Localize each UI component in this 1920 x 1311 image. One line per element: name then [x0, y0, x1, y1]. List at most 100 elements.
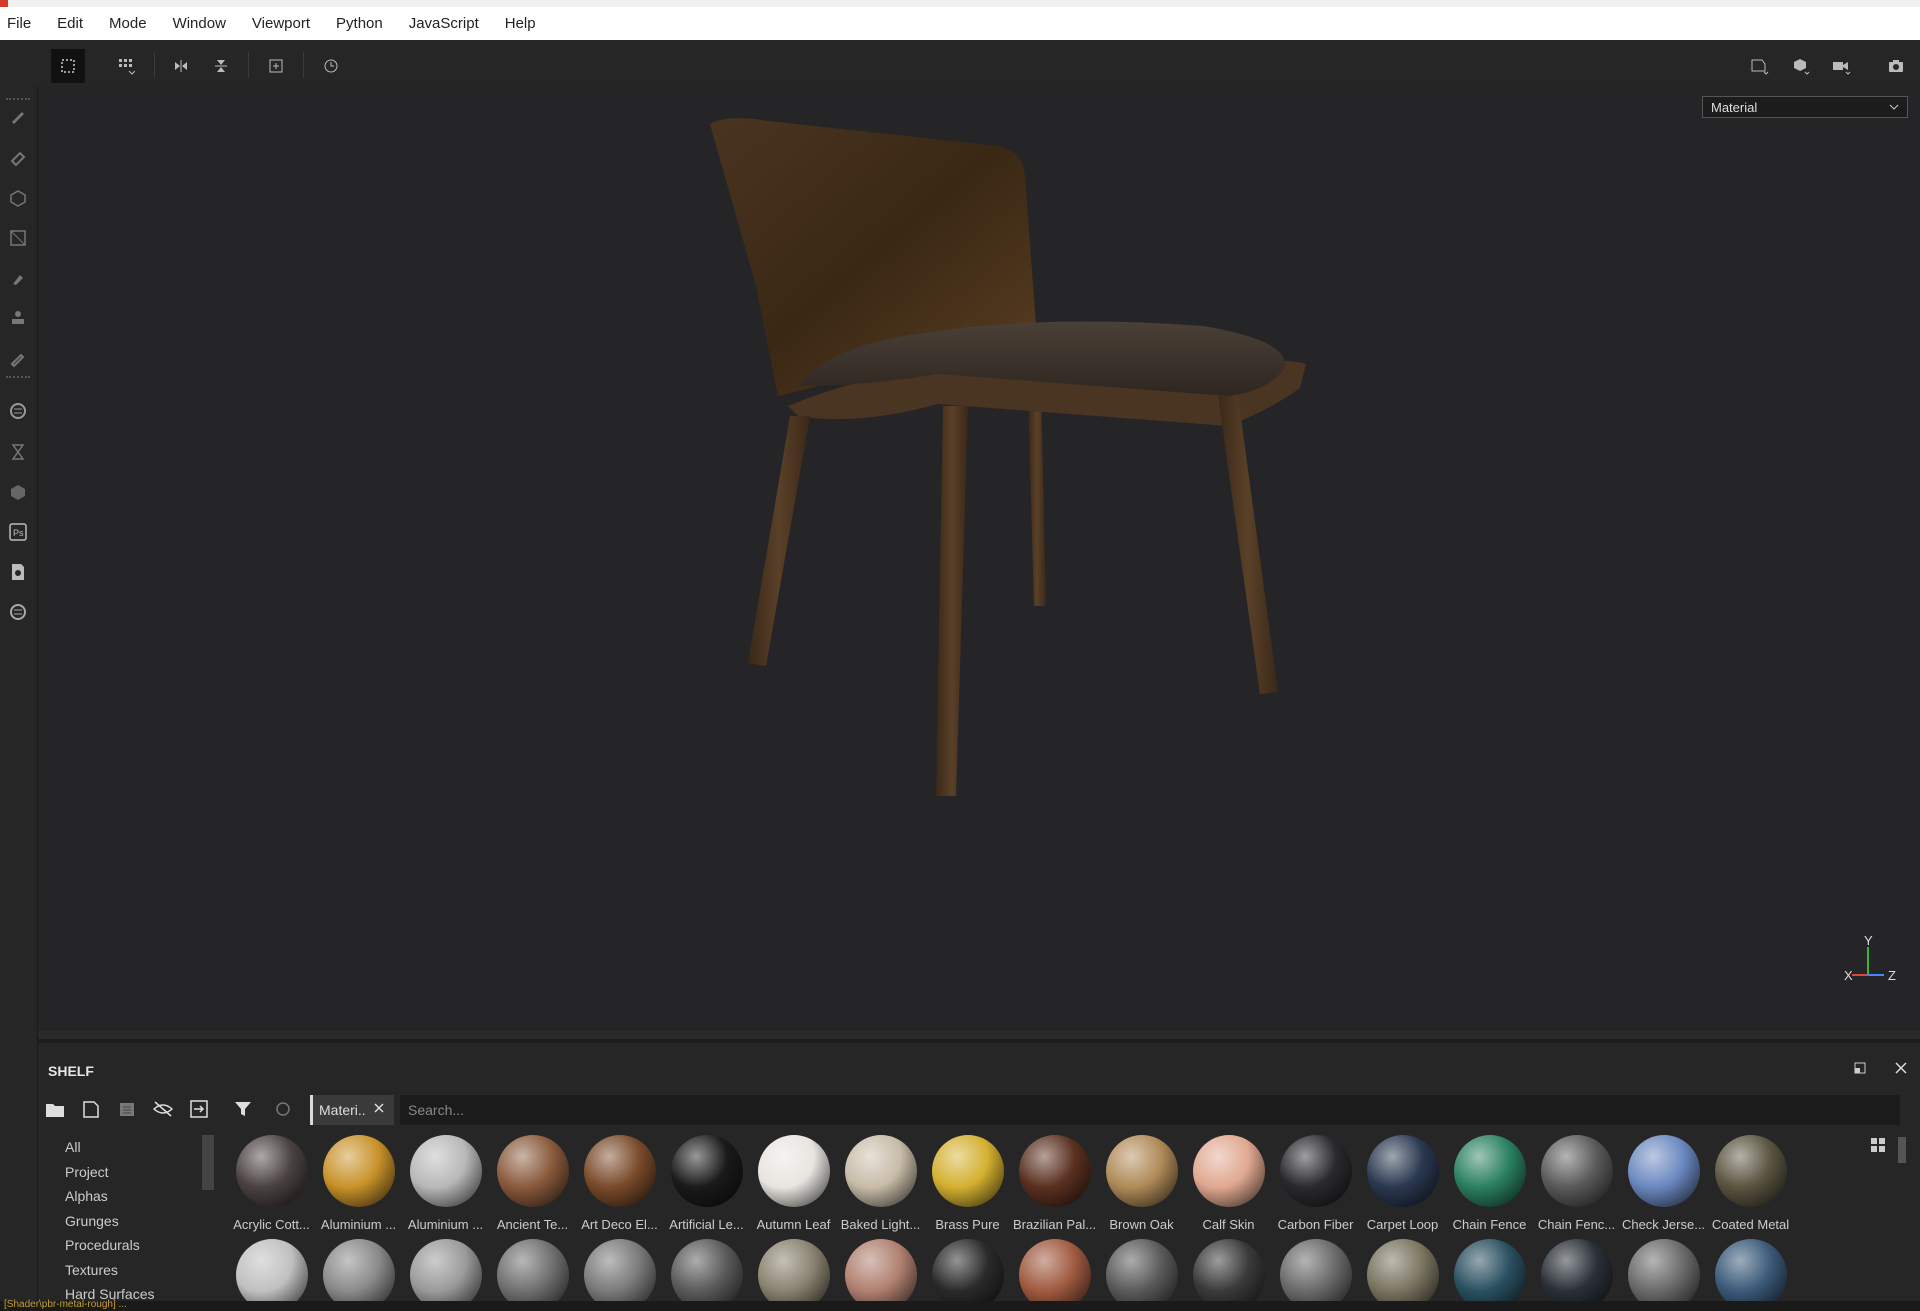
- material-thumbnail: [1540, 1135, 1613, 1207]
- material-thumbnail: [1453, 1135, 1526, 1207]
- category-all[interactable]: All: [48, 1135, 210, 1160]
- material-item[interactable]: Carbon Fiber: [1272, 1135, 1359, 1232]
- substance-source-button[interactable]: [4, 397, 32, 425]
- mirror-y-button[interactable]: [204, 49, 238, 83]
- history-button[interactable]: [314, 49, 348, 83]
- float-panel-button[interactable]: [1854, 1061, 1866, 1079]
- polygon-fill-tool-button[interactable]: [4, 224, 32, 252]
- material-label: Aluminium ...: [320, 1217, 397, 1232]
- material-item[interactable]: Chain Fenc...: [1533, 1135, 1620, 1232]
- material-label: Baked Light...: [840, 1217, 921, 1232]
- screenshot-button[interactable]: [1879, 49, 1913, 83]
- material-item[interactable]: Check Jerse...: [1620, 1135, 1707, 1232]
- refresh-icon: [276, 1102, 290, 1116]
- menu-help[interactable]: Help: [498, 15, 548, 32]
- photo-camera-icon: [1889, 60, 1903, 72]
- material-thumbnail: [1192, 1135, 1265, 1207]
- material-item[interactable]: Art Deco El...: [576, 1135, 663, 1232]
- menu-window[interactable]: Window: [166, 15, 238, 32]
- material-item[interactable]: Aluminium ...: [315, 1135, 402, 1232]
- material-item[interactable]: Calf Skin: [1185, 1135, 1272, 1232]
- material-thumbnail: [583, 1135, 656, 1207]
- material-label: Brazilian Pal...: [1012, 1217, 1097, 1232]
- shelf-title: SHELF: [48, 1063, 94, 1079]
- paint-tool-button[interactable]: [4, 102, 32, 130]
- projection-tool-button[interactable]: [4, 184, 32, 212]
- projection-cube-icon: [10, 190, 26, 207]
- smudge-tool-button[interactable]: [4, 264, 32, 292]
- substance-share-button[interactable]: [4, 478, 32, 506]
- material-label: Autumn Leaf: [756, 1217, 831, 1232]
- category-grunges[interactable]: Grunges: [48, 1209, 210, 1234]
- brush-icon: [12, 112, 24, 124]
- material-label: Check Jerse...: [1621, 1217, 1706, 1232]
- color-picker-button[interactable]: [4, 344, 32, 372]
- category-procedurals[interactable]: Procedurals: [48, 1233, 210, 1258]
- grid-snap-button[interactable]: [51, 49, 85, 83]
- filter-icon: [235, 1102, 251, 1116]
- eye-off-icon: [152, 1101, 174, 1117]
- eraser-tool-button[interactable]: [4, 143, 32, 171]
- materials-filter-chip[interactable]: Materi..: [310, 1095, 394, 1125]
- add-frame-button[interactable]: [259, 49, 293, 83]
- 3d-viewport[interactable]: Material Y X Z: [38, 86, 1920, 1031]
- panel-splitter[interactable]: [38, 1031, 1920, 1039]
- menu-edit[interactable]: Edit: [50, 15, 95, 32]
- menu-viewport[interactable]: Viewport: [245, 15, 322, 32]
- substance-connect-button[interactable]: [4, 598, 32, 626]
- material-item[interactable]: Ancient Te...: [489, 1135, 576, 1232]
- close-panel-button[interactable]: [1894, 1061, 1908, 1080]
- menu-javascript[interactable]: JavaScript: [402, 15, 491, 32]
- remove-filter-icon[interactable]: [372, 1101, 386, 1115]
- category-textures[interactable]: Textures: [48, 1258, 210, 1283]
- display-mode-button[interactable]: [1742, 49, 1776, 83]
- mirror-x-button[interactable]: [164, 49, 198, 83]
- material-item[interactable]: Coated Metal: [1707, 1135, 1794, 1232]
- export-button[interactable]: [186, 1096, 212, 1122]
- import-button[interactable]: [114, 1096, 140, 1122]
- status-bar: [Shader\pbr-metal-rough] ...: [0, 1299, 1920, 1311]
- reset-filter-button[interactable]: [270, 1096, 296, 1122]
- material-item[interactable]: Aluminium ...: [402, 1135, 489, 1232]
- clone-tool-button[interactable]: [4, 304, 32, 332]
- material-item[interactable]: Brazilian Pal...: [1011, 1135, 1098, 1232]
- channel-select[interactable]: Material: [1702, 96, 1908, 118]
- camera-button[interactable]: [1824, 49, 1858, 83]
- menu-file[interactable]: File: [0, 15, 43, 32]
- view-cube-button[interactable]: [1783, 49, 1817, 83]
- filter-button[interactable]: [230, 1096, 256, 1122]
- material-label: Brass Pure: [935, 1217, 1000, 1232]
- grid-view-toggle[interactable]: [1870, 1137, 1886, 1158]
- folder-button[interactable]: [42, 1096, 68, 1122]
- material-item[interactable]: Baked Light...: [837, 1135, 924, 1232]
- material-item[interactable]: Autumn Leaf: [750, 1135, 837, 1232]
- category-alphas[interactable]: Alphas: [48, 1184, 210, 1209]
- bake-button[interactable]: [4, 438, 32, 466]
- menu-python[interactable]: Python: [329, 15, 395, 32]
- new-shelf-button[interactable]: [78, 1096, 104, 1122]
- plus-square-icon: [269, 59, 283, 73]
- material-item[interactable]: Brown Oak: [1098, 1135, 1185, 1232]
- chair-model: [710, 118, 1306, 796]
- material-item[interactable]: Acrylic Cott...: [228, 1135, 315, 1232]
- material-item[interactable]: Carpet Loop: [1359, 1135, 1446, 1232]
- category-scrollbar[interactable]: [202, 1135, 214, 1190]
- photoshop-button[interactable]: Ps: [4, 518, 32, 546]
- hide-button[interactable]: [150, 1096, 176, 1122]
- substance-connect-icon: [10, 604, 26, 620]
- shelf-search-input[interactable]: [400, 1095, 1900, 1125]
- menu-bar: File Edit Mode Window Viewport Python Ja…: [0, 7, 1920, 40]
- material-item[interactable]: Brass Pure: [924, 1135, 1011, 1232]
- material-item[interactable]: Chain Fence: [1446, 1135, 1533, 1232]
- category-project[interactable]: Project: [48, 1160, 210, 1185]
- tool-sidebar: Ps: [0, 86, 38, 1301]
- material-grid-scrollbar[interactable]: [1898, 1137, 1906, 1163]
- document-search-button[interactable]: [4, 558, 32, 586]
- material-item[interactable]: Artificial Le...: [663, 1135, 750, 1232]
- menu-mode[interactable]: Mode: [102, 15, 159, 32]
- square-outline-icon: [1751, 59, 1769, 75]
- tiling-button[interactable]: [109, 49, 143, 83]
- status-text: [Shader\pbr-metal-rough] ...: [4, 1299, 127, 1310]
- gizmo-z-label: Z: [1888, 968, 1896, 983]
- material-thumbnail: [1366, 1135, 1439, 1207]
